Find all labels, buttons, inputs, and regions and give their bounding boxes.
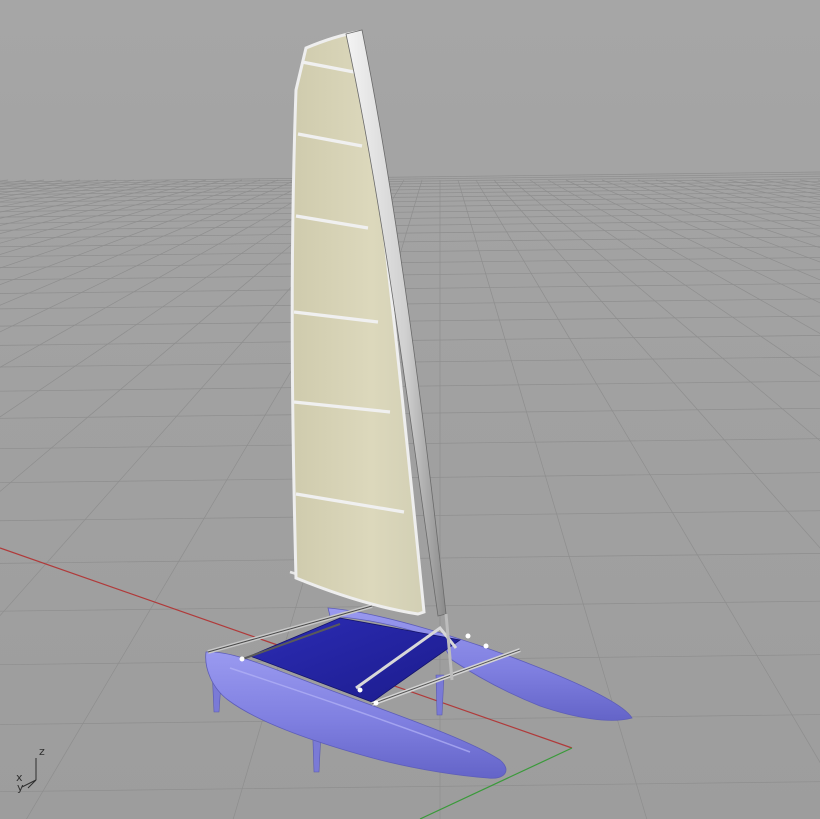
grid-line: [0, 201, 820, 212]
grid-line: [0, 179, 63, 191]
grid-line: [0, 179, 81, 194]
grid-line: [0, 173, 820, 185]
grid-line: [619, 179, 820, 249]
grid-line: [0, 191, 820, 203]
grid-line: [0, 179, 45, 188]
grid-line: [0, 246, 820, 257]
grid-line: [0, 298, 820, 310]
axis-z-label: z: [39, 745, 45, 758]
grid-line: [0, 283, 820, 294]
grid-line: [529, 179, 820, 377]
grid-line: [781, 179, 820, 188]
grid-line: [0, 179, 27, 185]
grid-line: [0, 781, 820, 793]
grid-line: [565, 179, 820, 304]
grid-line: [601, 179, 820, 263]
catamaran-model[interactable]: [205, 29, 633, 779]
grid-line: [0, 179, 315, 333]
grid-line: [691, 179, 820, 212]
grid-line: [0, 179, 297, 306]
grid-line: [673, 179, 820, 219]
grid-line: [0, 179, 9, 182]
grid-line: [0, 227, 820, 239]
grid-line: [583, 179, 820, 281]
grid-line: [493, 179, 820, 549]
grid-line: [547, 179, 820, 334]
axis-triad-widget: z x y: [16, 745, 45, 794]
grid-line: [475, 179, 820, 763]
grid-line: [0, 257, 820, 268]
grid-line: [763, 179, 820, 191]
viewport-canvas[interactable]: z x y: [0, 0, 820, 819]
grid-line: [511, 179, 820, 442]
axis-y-label: y: [17, 781, 24, 794]
grid-line: [0, 269, 820, 281]
perspective-viewport[interactable]: z x y: [0, 0, 820, 819]
grid-line: [637, 179, 820, 237]
grid-line: [457, 179, 648, 819]
grid-line: [709, 179, 820, 206]
grid-line: [655, 179, 820, 227]
grid-line: [0, 438, 820, 450]
grid-line: [727, 179, 820, 200]
grid-line: [745, 179, 820, 196]
